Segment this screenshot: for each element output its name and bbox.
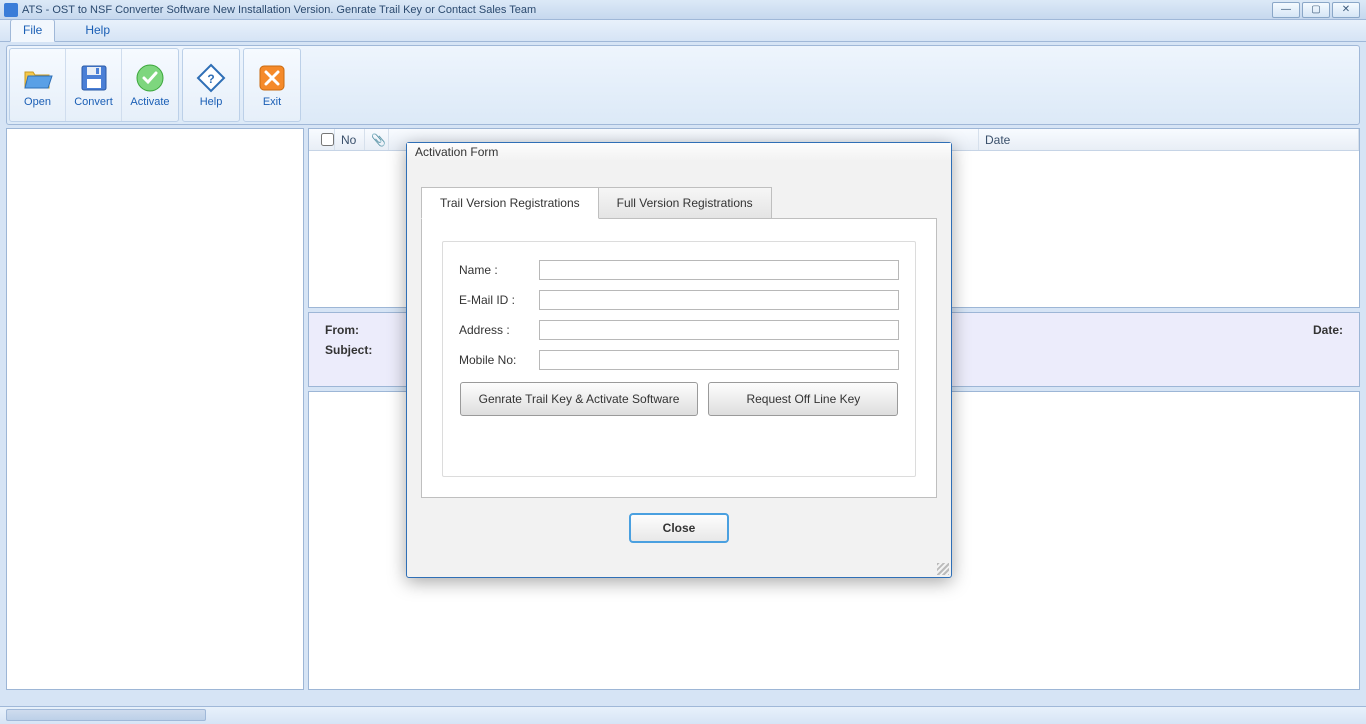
app-icon	[4, 3, 18, 17]
svg-text:?: ?	[207, 72, 214, 86]
address-label: Address :	[459, 323, 539, 337]
floppy-icon	[78, 62, 110, 94]
help-button[interactable]: ? Help	[183, 49, 239, 121]
ribbon: Open Convert Activate ? Help Exit	[6, 45, 1360, 125]
from-label: From:	[325, 323, 372, 337]
menu-help[interactable]: Help	[73, 20, 122, 41]
convert-label: Convert	[74, 96, 113, 108]
tab-trail[interactable]: Trail Version Registrations	[421, 187, 599, 219]
tree-panel[interactable]	[6, 128, 304, 690]
help-label: Help	[200, 96, 223, 108]
dialog-tabs: Trail Version Registrations Full Version…	[421, 187, 937, 219]
name-field[interactable]	[539, 260, 899, 280]
open-button[interactable]: Open	[10, 49, 66, 121]
status-bar	[0, 706, 1366, 724]
resize-grip-icon[interactable]	[937, 563, 949, 575]
dialog-close-button[interactable]: Close	[629, 513, 729, 543]
menu-file[interactable]: File	[10, 19, 55, 42]
email-field[interactable]	[539, 290, 899, 310]
folder-open-icon	[22, 62, 54, 94]
col-attachment[interactable]: 📎	[365, 129, 389, 150]
statusbar-grip	[6, 709, 206, 721]
exit-button[interactable]: Exit	[244, 49, 300, 121]
titlebar: ATS - OST to NSF Converter Software New …	[0, 0, 1366, 20]
help-icon: ?	[195, 62, 227, 94]
address-field[interactable]	[539, 320, 899, 340]
open-label: Open	[24, 96, 51, 108]
email-label: E-Mail ID :	[459, 293, 539, 307]
tab-full[interactable]: Full Version Registrations	[598, 187, 772, 219]
minimize-button[interactable]: —	[1272, 2, 1300, 18]
check-circle-icon	[134, 62, 166, 94]
mobile-label: Mobile No:	[459, 353, 539, 367]
activation-dialog: Activation Form Trail Version Registrati…	[406, 142, 952, 578]
subject-label: Subject:	[325, 343, 372, 357]
name-label: Name :	[459, 263, 539, 277]
dialog-title: Activation Form	[407, 143, 951, 161]
select-all-checkbox[interactable]	[321, 133, 334, 146]
exit-icon	[256, 62, 288, 94]
col-date[interactable]: Date	[979, 129, 1359, 150]
window-title: ATS - OST to NSF Converter Software New …	[22, 4, 536, 16]
maximize-button[interactable]: ▢	[1302, 2, 1330, 18]
col-no[interactable]: No	[335, 129, 365, 150]
menu-bar: File Help	[0, 20, 1366, 42]
mobile-field[interactable]	[539, 350, 899, 370]
convert-button[interactable]: Convert	[66, 49, 122, 121]
date-label: Date:	[1313, 323, 1343, 337]
paperclip-icon: 📎	[371, 133, 386, 147]
window-controls: — ▢ ✕	[1272, 2, 1366, 18]
request-offline-key-button[interactable]: Request Off Line Key	[708, 382, 898, 416]
close-button[interactable]: ✕	[1332, 2, 1360, 18]
exit-label: Exit	[263, 96, 281, 108]
generate-key-button[interactable]: Genrate Trail Key & Activate Software	[460, 382, 699, 416]
activate-button[interactable]: Activate	[122, 49, 178, 121]
activate-label: Activate	[130, 96, 169, 108]
